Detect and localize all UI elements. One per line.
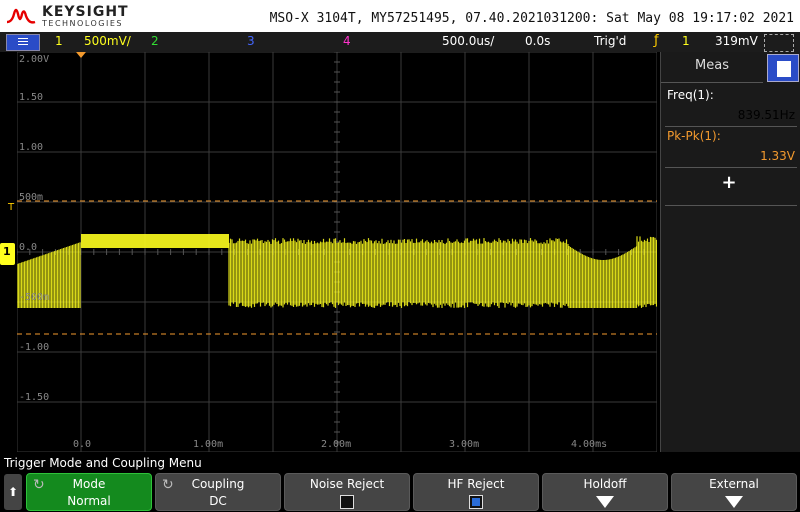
softkey-label: Holdoff xyxy=(583,477,627,491)
softkey-label: Mode xyxy=(72,477,106,491)
instrument-info: MSO-X 3104T, MY57251495, 07.40.202103120… xyxy=(269,11,794,26)
softkey-label: Noise Reject xyxy=(309,477,385,491)
measurement-panel: Meas Freq(1): 839.51Hz Pk-Pk(1): 1.33V + xyxy=(660,52,800,452)
freq-value: 839.51Hz xyxy=(737,108,795,122)
y-axis-label: 2.00V xyxy=(19,54,50,65)
meas-divider xyxy=(665,126,797,127)
main-menu-button[interactable] xyxy=(6,34,40,51)
y-axis-label: 0.0 xyxy=(19,242,38,253)
trigger-level-marker[interactable]: T xyxy=(8,202,14,213)
meas-divider xyxy=(665,167,797,168)
softkey-label: HF Reject xyxy=(447,477,505,491)
add-measurement-button[interactable]: + xyxy=(661,172,797,193)
ch1-scale[interactable]: 500mV/ xyxy=(84,34,131,48)
ch3-number[interactable]: 3 xyxy=(247,34,255,48)
hf-reject-checkbox[interactable] xyxy=(469,495,483,509)
menu-title: Trigger Mode and Coupling Menu xyxy=(0,454,800,472)
trigger-channel[interactable]: 1 xyxy=(682,34,690,48)
ch1-ground-label: 1 xyxy=(3,245,11,258)
noise-reject-checkbox[interactable] xyxy=(340,495,354,509)
trigger-level[interactable]: 319mV xyxy=(715,34,758,48)
timebase-scale[interactable]: 500.0us/ xyxy=(442,34,494,48)
ch1-number[interactable]: 1 xyxy=(55,34,63,48)
y-axis-label: -1.00 xyxy=(19,342,50,353)
pkpk-value: 1.33V xyxy=(760,149,795,163)
softkey-label: External xyxy=(709,477,759,491)
keysight-logo: KEYSIGHT TECHNOLOGIES xyxy=(6,2,129,30)
coupling-softkey[interactable]: ↻ Coupling DC xyxy=(155,473,281,511)
x-axis-label: 4.00ms xyxy=(571,439,608,450)
back-button[interactable]: ⬆ xyxy=(4,474,22,510)
waveform-display[interactable] xyxy=(17,52,657,452)
y-axis-label: 1.50 xyxy=(19,92,44,103)
meas-panel-icon[interactable] xyxy=(767,54,799,82)
brand-sub: TECHNOLOGIES xyxy=(42,19,123,28)
waveform-high-level xyxy=(81,234,229,248)
graticule-svg xyxy=(17,52,657,452)
holdoff-softkey[interactable]: Holdoff xyxy=(542,473,668,511)
pkpk-label: Pk-Pk(1): xyxy=(667,129,721,143)
ch2-number[interactable]: 2 xyxy=(151,34,159,48)
ch1-waveform xyxy=(17,234,657,308)
y-axis-label: -500m xyxy=(19,292,50,303)
ch1-ground-marker[interactable]: 1 xyxy=(0,243,15,265)
ch4-number[interactable]: 4 xyxy=(343,34,351,48)
y-axis-label: -1.50 xyxy=(19,392,50,403)
external-softkey[interactable]: External xyxy=(671,473,797,511)
hf-reject-softkey[interactable]: HF Reject xyxy=(413,473,539,511)
submenu-arrow-icon xyxy=(725,496,743,508)
freq-label: Freq(1): xyxy=(667,88,714,102)
title-bar: KEYSIGHT TECHNOLOGIES MSO-X 3104T, MY572… xyxy=(0,0,800,32)
meas-divider xyxy=(665,205,797,206)
softkey-bar: ⬆ ↻ Mode Normal ↻ Coupling DC Noise Reje… xyxy=(0,472,800,512)
mode-softkey[interactable]: ↻ Mode Normal xyxy=(26,473,152,511)
softkey-label: Coupling xyxy=(191,477,245,491)
meas-tab[interactable]: Meas xyxy=(661,52,763,83)
status-bar: 1 500mV/ 2 3 4 500.0us/ 0.0s Trig'd ƒ 1 … xyxy=(0,32,800,52)
y-axis-label: 500m xyxy=(19,192,44,203)
marker-column: T 1 xyxy=(0,52,17,452)
x-axis-label: 2.00m xyxy=(321,439,352,450)
display-toggle-icon[interactable] xyxy=(764,34,794,52)
y-axis-label: 1.00 xyxy=(19,142,44,153)
submenu-arrow-icon xyxy=(596,496,614,508)
noise-reject-softkey[interactable]: Noise Reject xyxy=(284,473,410,511)
trigger-state: Trig'd xyxy=(594,34,627,48)
trigger-edge-icon: ƒ xyxy=(654,33,659,48)
softkey-value: DC xyxy=(209,494,227,508)
softkey-value: Normal xyxy=(67,494,111,508)
keysight-wave-icon xyxy=(6,8,36,24)
brand-name: KEYSIGHT xyxy=(42,4,129,20)
x-axis-label: 1.00m xyxy=(193,439,224,450)
trigger-position-marker[interactable] xyxy=(76,52,86,58)
time-delay[interactable]: 0.0s xyxy=(525,34,550,48)
x-axis-label: 0.0 xyxy=(73,439,92,450)
x-axis-label: 3.00m xyxy=(449,439,480,450)
